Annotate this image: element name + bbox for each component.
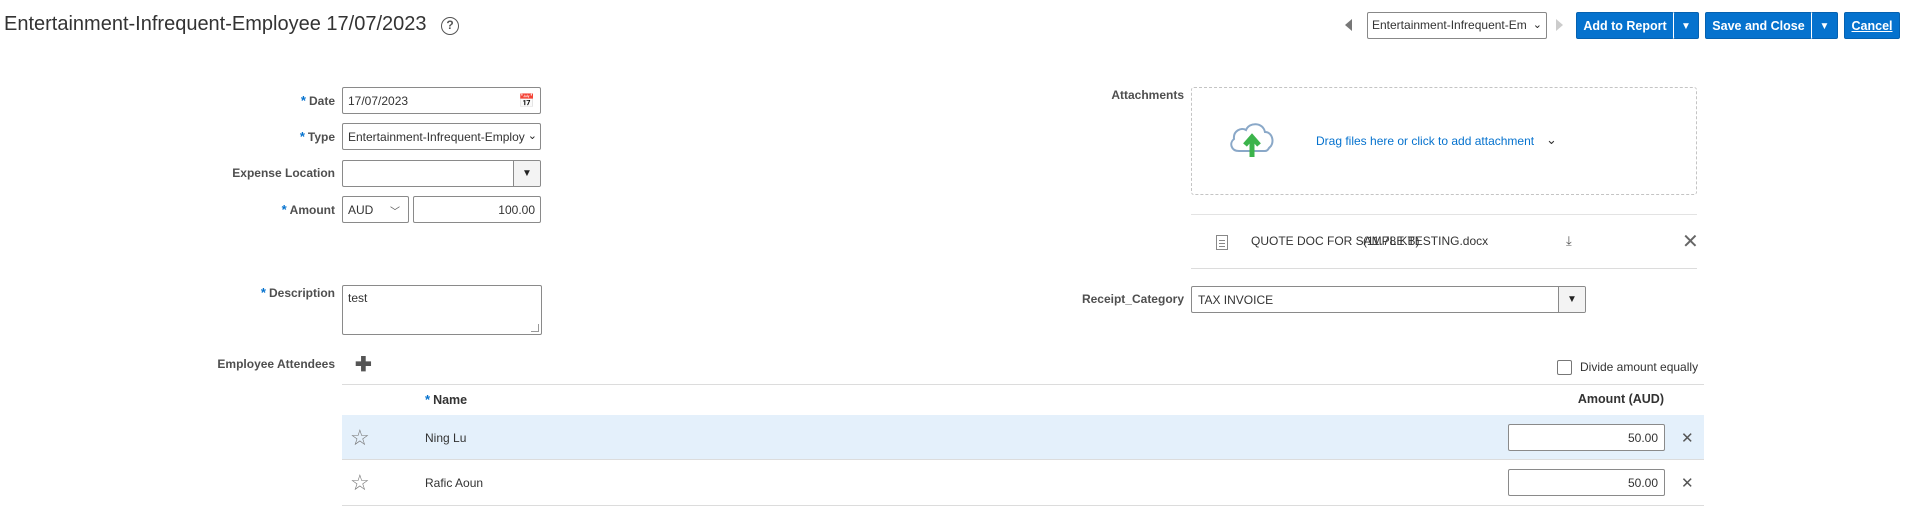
next-item-icon[interactable] [1556, 19, 1563, 31]
add-attachment-link[interactable]: Drag files here or click to add attachme… [1316, 134, 1534, 148]
add-to-report-menu-button[interactable]: ▼ [1673, 12, 1699, 39]
receipt-category-value: TAX INVOICE [1198, 293, 1274, 307]
name-column-header: * Name [425, 392, 468, 407]
employee-attendees-label: Employee Attendees [217, 357, 335, 371]
required-marker: * [425, 392, 431, 407]
receipt-category-field[interactable]: TAX INVOICE ▼ [1191, 286, 1586, 313]
item-selector-value: Entertainment-Infrequent-Em [1372, 18, 1527, 32]
resize-handle-icon[interactable] [531, 324, 539, 332]
star-icon[interactable]: ☆ [350, 472, 370, 494]
divide-equally-label[interactable]: Divide amount equally [1580, 360, 1698, 374]
previous-item-icon[interactable] [1345, 19, 1352, 31]
attendee-amount-input[interactable]: 50.00 [1508, 469, 1665, 496]
chevron-down-icon: ⌄ [1532, 19, 1542, 31]
description-value: test [348, 291, 368, 305]
amount-column-header: Amount (AUD) [1577, 392, 1664, 406]
receipt-category-dropdown-button[interactable]: ▼ [1558, 287, 1585, 312]
add-to-report-button[interactable]: Add to Report [1576, 12, 1674, 39]
table-row[interactable] [342, 415, 1704, 460]
amount-label: * Amount [281, 202, 335, 217]
expense-location-dropdown-button[interactable]: ▼ [513, 161, 540, 186]
date-value: 17/07/2023 [348, 94, 409, 108]
currency-value: AUD [348, 203, 374, 217]
attendee-amount-input[interactable]: 50.00 [1508, 424, 1665, 451]
table-border [342, 384, 1704, 385]
chevron-down-icon[interactable]: ⌄ [1546, 132, 1557, 148]
amount-input[interactable]: 100.00 [413, 196, 541, 223]
attendee-name: Rafic Aoun [425, 476, 484, 490]
divider [1191, 214, 1697, 215]
type-label: * Type [299, 129, 335, 144]
attachments-label: Attachments [1111, 88, 1184, 102]
currency-select[interactable]: AUD ﹀ [342, 196, 409, 223]
page-title: Entertainment-Infrequent-Employee 17/07/… [4, 13, 427, 35]
receipt-category-label: Receipt_Category [1081, 292, 1184, 306]
star-icon[interactable]: ☆ [350, 427, 370, 449]
save-menu-button[interactable]: ▼ [1811, 12, 1838, 39]
download-icon[interactable]: ⤓ [1566, 233, 1572, 249]
attendee-name: Ning Lu [425, 431, 467, 445]
remove-attachment-icon[interactable]: ✕ [1682, 229, 1699, 254]
table-row[interactable] [342, 461, 1704, 506]
description-label: * Description [260, 285, 335, 300]
save-and-close-button[interactable]: Save and Close [1705, 12, 1812, 39]
cloud-upload-icon[interactable] [1227, 117, 1277, 159]
help-icon[interactable]: ? [441, 17, 459, 35]
calendar-icon[interactable]: 📅 [519, 93, 535, 109]
required-marker: * [281, 202, 287, 217]
type-value: Entertainment-Infrequent-Employ [348, 130, 525, 144]
divider [1191, 268, 1697, 269]
required-marker: * [300, 93, 306, 108]
add-icon[interactable]: ✚ [355, 355, 372, 375]
date-field[interactable]: 17/07/2023 📅 [342, 87, 541, 114]
expense-location-label: Expense Location [232, 166, 335, 180]
type-select[interactable]: Entertainment-Infrequent-Employ ⌄ [342, 123, 541, 150]
cancel-button[interactable]: Cancel [1844, 12, 1900, 39]
document-icon [1216, 235, 1228, 250]
divide-equally-checkbox[interactable] [1557, 360, 1572, 375]
remove-attendee-icon[interactable]: ✕ [1681, 474, 1694, 492]
chevron-down-icon: ﹀ [390, 207, 400, 218]
remove-attendee-icon[interactable]: ✕ [1681, 429, 1694, 447]
attachment-file-size: (11.78 KB) [1363, 234, 1420, 248]
required-marker: * [299, 129, 305, 144]
chevron-down-icon: ⌄ [527, 129, 537, 142]
required-marker: * [260, 285, 266, 300]
item-selector[interactable]: Entertainment-Infrequent-Em ⌄ [1367, 12, 1547, 39]
expense-location-field[interactable]: ▼ [342, 160, 541, 187]
description-textarea[interactable]: test [342, 285, 542, 335]
date-label: * Date [300, 93, 335, 108]
